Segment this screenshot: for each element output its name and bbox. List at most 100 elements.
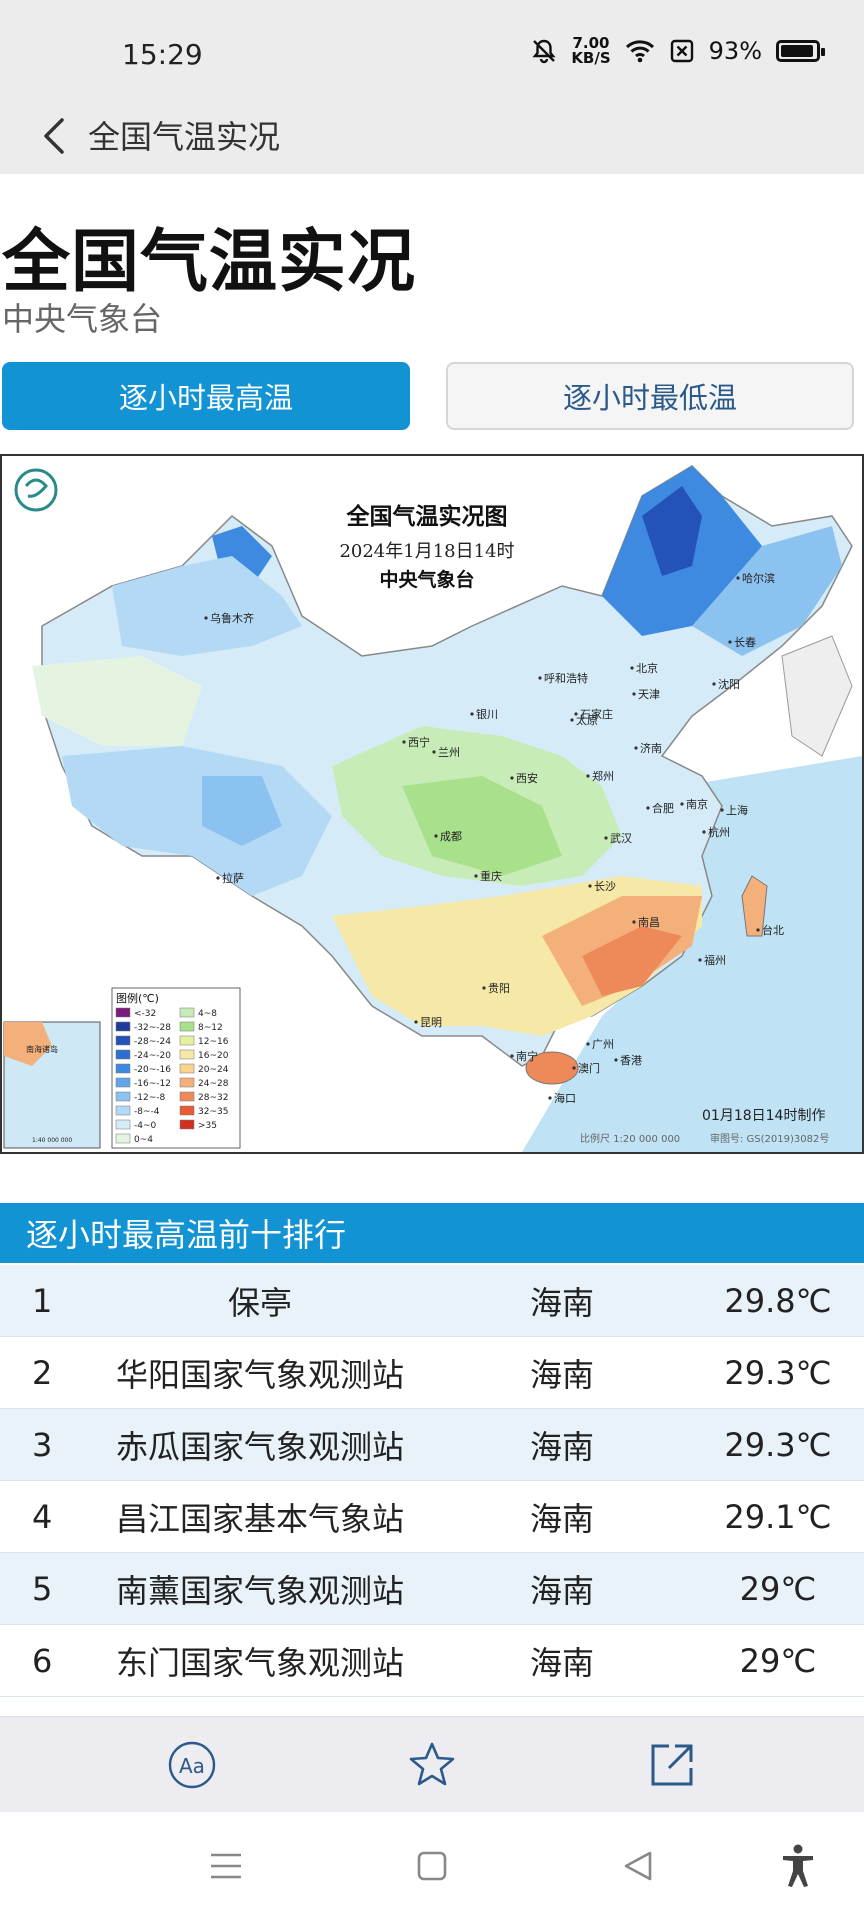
ranking-station-name: 东门国家气象观测站 <box>115 1644 404 1682</box>
map-legend: 图例(℃) <-32 -32~-28 -28~-24 -24~-20 -20~-16 -1… <box>111 987 241 1149</box>
city-dot <box>482 986 486 990</box>
menu-icon <box>211 1853 241 1879</box>
city-label: 南宁 <box>516 1049 538 1063</box>
legend-swatch <box>115 1133 131 1144</box>
city-label: 银川 <box>476 707 498 721</box>
back-button[interactable] <box>26 108 82 164</box>
ranking-province: 海南 <box>529 1356 594 1394</box>
nav-back-button[interactable] <box>614 1842 662 1890</box>
inset-label-1: 南海诸岛 <box>26 1044 58 1054</box>
legend-swatch <box>115 1105 131 1116</box>
city-label: 哈尔滨 <box>742 571 775 585</box>
ranking-province: 海南 <box>529 1428 594 1466</box>
city-dot <box>630 666 634 670</box>
city-dot <box>414 1020 418 1024</box>
ranking-station-name: 赤瓜国家气象观测站 <box>115 1428 404 1466</box>
city-label: 西安 <box>516 771 538 785</box>
city-label: 澳门 <box>578 1061 600 1075</box>
font-size-button[interactable]: Aa <box>164 1737 220 1793</box>
city-dot <box>538 676 542 680</box>
ranking-row[interactable]: 3 赤瓜国家气象观测站 海南 29.3℃ <box>0 1409 864 1481</box>
south-china-sea-inset: 南海诸岛 1:40 000 000 <box>3 1021 101 1149</box>
map-footer-made: 01月18日14时制作 <box>702 1108 825 1124</box>
city-dot <box>632 692 636 696</box>
page-title: 全国气温实况 <box>2 223 417 302</box>
city-label: 兰州 <box>438 746 460 759</box>
city-label: 广州 <box>592 1038 614 1051</box>
legend-label: 20~24 <box>198 1065 229 1075</box>
accessibility-icon <box>783 1844 813 1887</box>
city-label: 南京 <box>686 797 708 811</box>
legend-swatch <box>179 1077 195 1088</box>
legend-swatch <box>179 1007 195 1018</box>
ranking-rank: 2 <box>32 1354 53 1392</box>
ranking-row[interactable]: 1 保亭 海南 29.8℃ <box>0 1265 864 1337</box>
ranking-station-name: 昌江国家基本气象站 <box>115 1500 404 1538</box>
mute-bell-icon <box>532 39 556 64</box>
nav-menu-button[interactable] <box>202 1842 250 1890</box>
net-speed: 7.00 KB/S <box>571 34 611 67</box>
city-label: 昆明 <box>420 1016 442 1029</box>
ranking-station-name: 南薰国家气象观测站 <box>115 1572 404 1610</box>
battery-level <box>781 45 813 57</box>
city-dot <box>216 876 220 880</box>
ranking-rank: 3 <box>32 1426 53 1464</box>
city-dot <box>720 808 724 812</box>
city-label: 天津 <box>638 688 660 701</box>
tab-hourly-min-temp[interactable]: 逐小时最低温 <box>446 362 854 430</box>
font-size-icon: Aa <box>168 1741 216 1789</box>
legend-title: 图例(℃) <box>116 991 159 1005</box>
legend-label: -4~0 <box>134 1121 157 1131</box>
legend-label: -28~-24 <box>134 1037 171 1047</box>
legend-swatch <box>179 1021 195 1032</box>
legend-swatch <box>115 1091 131 1102</box>
share-button[interactable] <box>644 1737 700 1793</box>
city-dot <box>680 802 684 806</box>
ranking-station-name: 华阳国家气象观测站 <box>115 1356 404 1394</box>
ranking-temperature: 29.1℃ <box>724 1498 832 1536</box>
app-bar: 全国气温实况 <box>0 98 864 174</box>
svg-text:Aa: Aa <box>179 1754 205 1778</box>
ranking-temperature: 29.8℃ <box>724 1282 832 1320</box>
legend-swatch <box>179 1035 195 1046</box>
legend-label: -20~-16 <box>134 1065 171 1075</box>
nav-home-button[interactable] <box>408 1842 456 1890</box>
legend-swatch <box>115 1119 131 1130</box>
map-agency: 中央气象台 <box>379 568 474 591</box>
city-label: 北京 <box>636 661 658 675</box>
ranking-row[interactable]: 4 昌江国家基本气象站 海南 29.1℃ <box>0 1481 864 1553</box>
accessibility-button[interactable] <box>774 1842 822 1890</box>
city-label: 合肥 <box>652 801 674 815</box>
tab-hourly-max-temp[interactable]: 逐小时最高温 <box>2 362 410 430</box>
legend-swatch <box>115 1035 131 1046</box>
legend-swatch <box>115 1077 131 1088</box>
legend-swatch <box>179 1105 195 1116</box>
city-dot <box>570 718 574 722</box>
legend-label: 4~8 <box>198 1009 217 1019</box>
legend-label: 8~12 <box>198 1023 223 1033</box>
ranking-rank: 5 <box>32 1570 53 1608</box>
back-triangle-icon <box>624 1851 652 1881</box>
wifi-icon <box>625 40 654 63</box>
city-dot <box>510 1054 514 1058</box>
map-footer-scale: 比例尺 1:20 000 000 <box>580 1132 680 1145</box>
temperature-map[interactable]: 全国气温实况图 2024年1月18日14时 中央气象台 乌鲁木齐 哈尔滨 长春 沈阳 北… <box>0 454 864 1154</box>
favorite-button[interactable] <box>404 1737 460 1793</box>
ranking-row[interactable]: 2 华阳国家气象观测站 海南 29.3℃ <box>0 1337 864 1409</box>
city-label: 长沙 <box>594 880 616 893</box>
city-dot <box>588 884 592 888</box>
star-icon <box>409 1742 455 1786</box>
city-label: 重庆 <box>480 869 502 883</box>
sim-disabled-icon <box>670 39 693 63</box>
ranking-rank: 4 <box>32 1498 53 1536</box>
city-label: 南昌 <box>638 916 660 929</box>
city-label: 香港 <box>620 1054 642 1067</box>
ranking-row[interactable]: 6 东门国家气象观测站 海南 29℃ <box>0 1625 864 1697</box>
ranking-province: 海南 <box>529 1500 594 1538</box>
map-date: 2024年1月18日14时 <box>339 541 514 562</box>
city-label: 沈阳 <box>718 677 740 691</box>
ranking-temperature: 29℃ <box>739 1642 817 1680</box>
city-dot <box>572 1066 576 1070</box>
city-label: 呼和浩特 <box>544 671 588 685</box>
ranking-row[interactable]: 5 南薰国家气象观测站 海南 29℃ <box>0 1553 864 1625</box>
